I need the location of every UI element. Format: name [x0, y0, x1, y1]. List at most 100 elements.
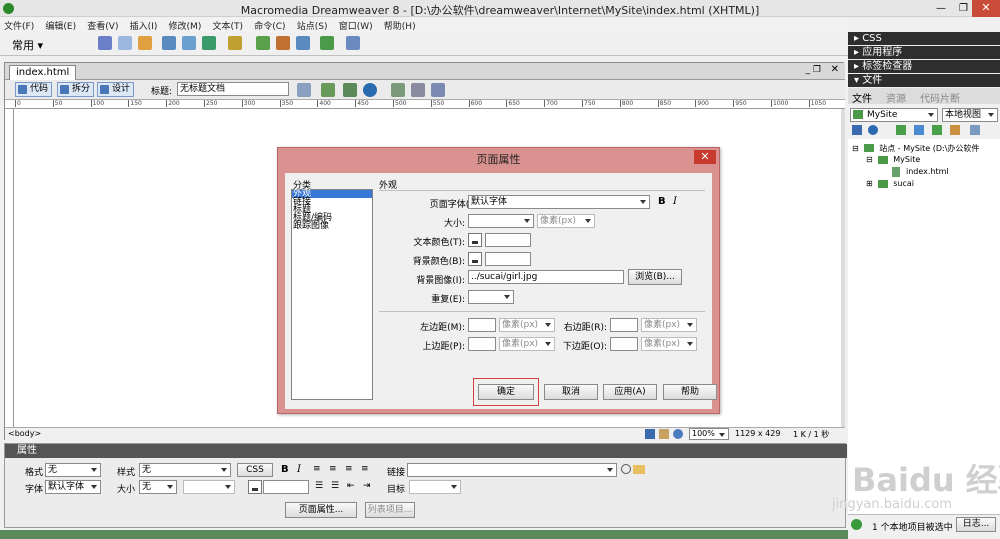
code-view-button[interactable]: 代码 [15, 82, 53, 97]
page-properties-button[interactable]: 页面属性... [285, 502, 357, 518]
help-button[interactable]: 帮助 [663, 384, 717, 400]
apply-button[interactable]: 应用(A) [603, 384, 657, 400]
restore-doc-icon[interactable]: _ ❐ [806, 65, 821, 75]
application-panel-header[interactable]: ▸ 应用程序 [848, 46, 1000, 59]
view-options-icon[interactable] [411, 83, 425, 97]
css-button[interactable]: CSS [237, 463, 273, 477]
bold-button[interactable]: B [281, 464, 289, 475]
get-files-icon[interactable] [896, 125, 906, 135]
synchronize-icon[interactable] [970, 125, 980, 135]
repeat-select[interactable] [468, 290, 514, 304]
justify-icon[interactable]: ≡ [361, 464, 369, 474]
connect-icon[interactable] [852, 125, 862, 135]
document-tab[interactable]: index.html [9, 65, 77, 80]
bg-color-input[interactable] [485, 252, 531, 266]
minimize-icon[interactable]: — [936, 3, 946, 14]
font-size-select[interactable] [468, 214, 534, 228]
tree-row-site[interactable]: ⊟ 站点 - MySite (D:\办公软件 [852, 143, 979, 154]
text-color-input[interactable] [263, 480, 309, 494]
indent-icon[interactable]: ⇥ [363, 481, 371, 491]
category-list[interactable]: 外观 链接 标题 标题/编码 跟踪图像 [291, 189, 373, 400]
css-panel-header[interactable]: ▸ CSS [848, 32, 1000, 45]
log-button[interactable]: 日志... [956, 517, 996, 532]
bottom-margin-input[interactable] [610, 337, 638, 351]
date-icon[interactable] [256, 36, 270, 50]
point-to-file-icon[interactable] [621, 464, 631, 474]
email-link-icon[interactable] [118, 36, 132, 50]
zoom-tool-icon[interactable] [673, 429, 683, 439]
browse-folder-icon[interactable] [633, 465, 645, 474]
outdent-icon[interactable]: ⇤ [347, 481, 355, 491]
template-icon[interactable] [296, 36, 310, 50]
format-select[interactable]: 无 [45, 463, 101, 477]
comment-icon[interactable] [276, 36, 290, 50]
left-margin-input[interactable] [468, 318, 496, 332]
page-font-select[interactable]: 默认字体 [468, 195, 650, 209]
site-select[interactable]: MySite [850, 108, 938, 122]
browser-check-icon[interactable] [297, 83, 311, 97]
browse-button[interactable]: 浏览(B)... [628, 269, 682, 285]
top-margin-input[interactable] [468, 337, 496, 351]
align-right-icon[interactable]: ≡ [345, 464, 353, 474]
zoom-select[interactable]: 100% [689, 428, 729, 440]
font-select[interactable]: 默认字体 [45, 480, 101, 494]
bg-color-picker[interactable] [468, 252, 482, 266]
ordered-list-icon[interactable]: ☰ [331, 481, 339, 491]
window-size[interactable]: 1129 x 429 [735, 429, 780, 438]
image-icon[interactable] [202, 36, 216, 50]
files-panel-header[interactable]: ▾ 文件 [848, 74, 1000, 87]
properties-header[interactable]: 属性 [5, 444, 847, 458]
cancel-button[interactable]: 取消 [544, 384, 598, 400]
check-in-icon[interactable] [950, 125, 960, 135]
insert-category-menu[interactable]: 常用 ▾ [12, 37, 43, 53]
text-color-picker[interactable] [248, 480, 262, 494]
vertical-scrollbar[interactable] [841, 109, 845, 427]
file-management-icon[interactable] [343, 83, 357, 97]
tree-row-index[interactable]: index.html [892, 167, 949, 177]
close-doc-icon[interactable]: ✕ [831, 64, 839, 75]
preview-browser-icon[interactable] [363, 83, 377, 97]
anchor-icon[interactable] [138, 36, 152, 50]
right-margin-input[interactable] [610, 318, 638, 332]
style-select[interactable]: 无 [139, 463, 231, 477]
hyperlink-icon[interactable] [98, 36, 112, 50]
close-window-button[interactable]: ✕ [972, 0, 1000, 17]
dialog-close-button[interactable]: ✕ [694, 150, 716, 164]
tag-chooser-icon[interactable] [320, 36, 334, 50]
split-view-button[interactable]: 拆分 [57, 82, 95, 97]
category-item-tracing-image[interactable]: 跟踪图像 [292, 222, 372, 231]
refresh-files-icon[interactable] [868, 125, 878, 135]
select-tool-icon[interactable] [645, 429, 655, 439]
align-left-icon[interactable]: ≡ [313, 464, 321, 474]
put-files-icon[interactable] [914, 125, 924, 135]
italic-button[interactable]: I [297, 464, 301, 475]
table-icon[interactable] [162, 36, 176, 50]
view-select[interactable]: 本地视图 [942, 108, 998, 122]
text-color-picker[interactable] [468, 233, 482, 247]
dialog-bold-button[interactable]: B [658, 196, 666, 207]
link-input[interactable] [407, 463, 617, 477]
bg-image-input[interactable]: ../sucai/girl.jpg [468, 270, 624, 284]
media-icon[interactable] [228, 36, 242, 50]
ok-button[interactable]: 确定 [478, 384, 534, 400]
server-icon[interactable] [346, 36, 360, 50]
title-input[interactable]: 无标题文档 [177, 82, 289, 96]
refresh-icon[interactable] [391, 83, 405, 97]
check-out-icon[interactable] [932, 125, 942, 135]
tab-files[interactable]: 文件 [852, 90, 872, 105]
tree-row-sucai[interactable]: ⊞ sucai [866, 179, 914, 188]
visual-aids-icon[interactable] [431, 83, 445, 97]
text-color-input[interactable] [485, 233, 531, 247]
hand-tool-icon[interactable] [659, 429, 669, 439]
tag-inspector-panel-header[interactable]: ▸ 标签检查器 [848, 60, 1000, 73]
design-view-button[interactable]: 设计 [97, 82, 135, 97]
unordered-list-icon[interactable]: ☰ [315, 481, 323, 491]
align-center-icon[interactable]: ≡ [329, 464, 337, 474]
restore-icon[interactable]: ❐ [959, 3, 968, 14]
tree-row-mysite[interactable]: ⊟ MySite [866, 155, 920, 164]
validate-icon[interactable] [321, 83, 335, 97]
tag-selector[interactable]: <body> [8, 429, 41, 438]
dialog-italic-button[interactable]: I [673, 196, 677, 207]
size-select[interactable]: 无 [139, 480, 177, 494]
tab-assets[interactable]: 资源 [886, 90, 906, 105]
